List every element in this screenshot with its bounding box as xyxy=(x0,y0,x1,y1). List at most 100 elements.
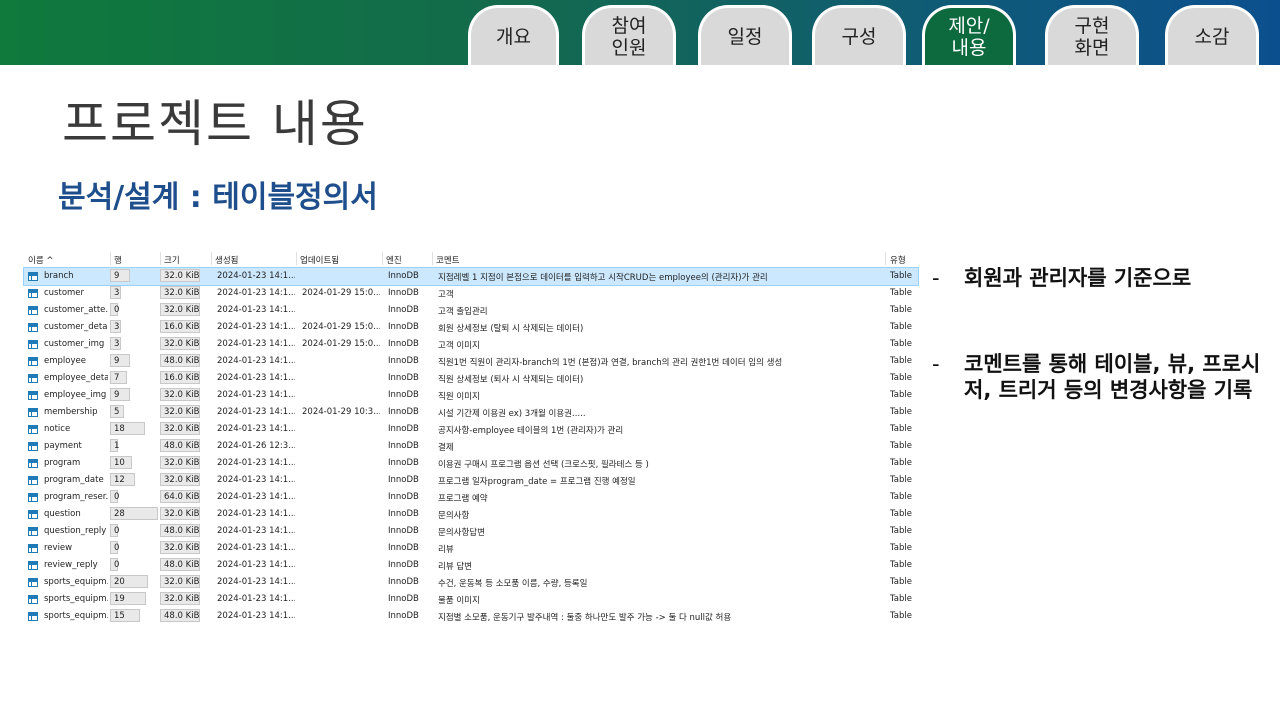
table-engine: InnoDB xyxy=(388,577,419,587)
table-row[interactable]: branch 9 32.0 KiB 2024-01-23 14:1... InnoDB 지… xyxy=(23,267,919,286)
table-name: program_date xyxy=(44,475,104,485)
table-created: 2024-01-23 14:1... xyxy=(217,305,295,315)
tab-3[interactable]: 구성 xyxy=(812,5,906,65)
table-engine: InnoDB xyxy=(388,594,419,604)
table-row[interactable]: payment 1 48.0 KiB 2024-01-26 12:3... InnoDB… xyxy=(24,438,918,455)
table-created: 2024-01-23 14:1... xyxy=(217,475,295,485)
table-size: 32.0 KiB xyxy=(164,458,200,468)
table-row[interactable]: customer_atte... 0 32.0 KiB 2024-01-23 14:1… xyxy=(24,302,918,319)
column-header[interactable]: 유형 xyxy=(890,254,906,266)
table-type: Table xyxy=(890,611,912,621)
table-row[interactable]: program 10 32.0 KiB 2024-01-23 14:1... InnoD… xyxy=(24,455,918,472)
tab-5[interactable]: 구현 화면 xyxy=(1045,5,1139,65)
column-header[interactable]: 코멘트 xyxy=(436,254,459,266)
table-name: customer_detail xyxy=(44,322,108,332)
table-engine: InnoDB xyxy=(388,356,419,366)
row-count: 1 xyxy=(114,441,120,451)
table-comment: 프로그램 예약 xyxy=(438,494,488,504)
tab-0[interactable]: 개요 xyxy=(468,5,559,65)
bullet-marker: - xyxy=(932,352,940,376)
table-created: 2024-01-23 14:1... xyxy=(217,424,295,434)
table-icon xyxy=(28,493,38,502)
section-subtitle: 분석/설계 : 테이블정의서 xyxy=(58,180,378,215)
table-name: customer_img xyxy=(44,339,105,349)
table-row[interactable]: employee 9 48.0 KiB 2024-01-23 14:1... InnoD… xyxy=(24,353,918,370)
column-header[interactable]: 행 xyxy=(114,254,122,266)
table-row[interactable]: customer 3 32.0 KiB 2024-01-23 14:1... 2024-… xyxy=(24,285,918,302)
tab-2[interactable]: 일정 xyxy=(698,5,792,65)
table-row[interactable]: sports_equipm... 19 32.0 KiB 2024-01-23 14:… xyxy=(24,591,918,608)
table-size: 32.0 KiB xyxy=(164,594,200,604)
table-row[interactable]: employee_img 9 32.0 KiB 2024-01-23 14:1... I… xyxy=(24,387,918,404)
table-row[interactable]: customer_img 3 32.0 KiB 2024-01-23 14:1... 2… xyxy=(24,336,918,353)
table-type: Table xyxy=(890,271,912,281)
table-size: 16.0 KiB xyxy=(164,373,200,383)
table-engine: InnoDB xyxy=(388,407,419,417)
table-icon xyxy=(28,391,38,400)
table-icon xyxy=(28,340,38,349)
table-size: 32.0 KiB xyxy=(164,509,200,519)
table-icon xyxy=(28,323,38,332)
table-icon xyxy=(28,289,38,298)
table-comment: 문의사항답변 xyxy=(438,528,485,538)
column-header[interactable]: 크기 xyxy=(164,254,180,266)
table-comment: 문의사항 xyxy=(438,511,470,521)
table-row[interactable]: question 28 32.0 KiB 2024-01-23 14:1... Inno… xyxy=(24,506,918,523)
table-size: 32.0 KiB xyxy=(164,271,200,281)
table-row[interactable]: question_reply 0 48.0 KiB 2024-01-23 14:1..… xyxy=(24,523,918,540)
table-list-grid: 이름 ^ 행 크기 생성됨 업데이트됨 엔진 코멘트 유형 branch 9 32.0 KiB 20… xyxy=(23,250,919,625)
table-engine: InnoDB xyxy=(388,492,419,502)
table-engine: InnoDB xyxy=(388,560,419,570)
table-icon xyxy=(28,459,38,468)
table-row[interactable]: review 0 32.0 KiB 2024-01-23 14:1... InnoDB 리… xyxy=(24,540,918,557)
table-icon xyxy=(28,561,38,570)
column-header[interactable]: 엔진 xyxy=(386,254,402,266)
table-type: Table xyxy=(890,475,912,485)
table-row[interactable]: employee_detail 7 16.0 KiB 2024-01-23 14:1.… xyxy=(24,370,918,387)
table-row[interactable]: membership 5 32.0 KiB 2024-01-23 14:1... 202… xyxy=(24,404,918,421)
table-engine: InnoDB xyxy=(388,288,419,298)
table-comment: 리뷰 답변 xyxy=(438,562,472,572)
row-count: 7 xyxy=(114,373,120,383)
column-header[interactable]: 이름 ^ xyxy=(28,254,53,266)
table-icon xyxy=(28,425,38,434)
column-header[interactable]: 생성됨 xyxy=(215,254,238,266)
table-icon xyxy=(28,476,38,485)
table-name: employee_detail xyxy=(44,373,108,383)
row-count: 10 xyxy=(114,458,125,468)
table-size: 32.0 KiB xyxy=(164,390,200,400)
table-name: customer_atte... xyxy=(44,305,108,315)
table-row[interactable]: notice 18 32.0 KiB 2024-01-23 14:1... InnoDB… xyxy=(24,421,918,438)
column-divider xyxy=(110,252,111,265)
tab-6[interactable]: 소감 xyxy=(1165,5,1259,65)
table-engine: InnoDB xyxy=(388,373,419,383)
table-size: 48.0 KiB xyxy=(164,441,200,451)
table-row[interactable]: review_reply 0 48.0 KiB 2024-01-23 14:1... I… xyxy=(24,557,918,574)
bullet-list: - 회원과 관리자를 기준으로 - 코멘트를 통해 테이블, 뷰, 프로시저, 트리거… xyxy=(932,265,1262,463)
row-count: 0 xyxy=(114,492,120,502)
table-row[interactable]: customer_detail 3 16.0 KiB 2024-01-23 14:1.… xyxy=(24,319,918,336)
grid-body: branch 9 32.0 KiB 2024-01-23 14:1... InnoDB 지… xyxy=(23,267,919,625)
table-icon xyxy=(28,442,38,451)
table-created: 2024-01-23 14:1... xyxy=(217,373,295,383)
table-type: Table xyxy=(890,356,912,366)
table-name: sports_equipm... xyxy=(44,611,108,621)
table-created: 2024-01-23 14:1... xyxy=(217,560,295,570)
bullet-item: - 코멘트를 통해 테이블, 뷰, 프로시저, 트리거 등의 변경사항을 기록 xyxy=(932,351,1262,403)
table-row[interactable]: sports_equipm... 20 32.0 KiB 2024-01-23 14:… xyxy=(24,574,918,591)
row-count: 0 xyxy=(114,560,120,570)
table-size: 32.0 KiB xyxy=(164,305,200,315)
table-row[interactable]: program_reser... 0 64.0 KiB 2024-01-23 14:1… xyxy=(24,489,918,506)
table-size: 32.0 KiB xyxy=(164,407,200,417)
table-type: Table xyxy=(890,458,912,468)
table-created: 2024-01-23 14:1... xyxy=(217,526,295,536)
table-engine: InnoDB xyxy=(388,458,419,468)
tab-1[interactable]: 참여 인원 xyxy=(582,5,676,65)
column-header[interactable]: 업데이트됨 xyxy=(300,254,339,266)
column-divider xyxy=(885,252,886,265)
table-row[interactable]: sports_equipm... 15 48.0 KiB 2024-01-23 14:… xyxy=(24,608,918,625)
table-type: Table xyxy=(890,407,912,417)
tab-4[interactable]: 제안/ 내용 xyxy=(922,5,1016,65)
table-type: Table xyxy=(890,509,912,519)
table-row[interactable]: program_date 12 32.0 KiB 2024-01-23 14:1...… xyxy=(24,472,918,489)
